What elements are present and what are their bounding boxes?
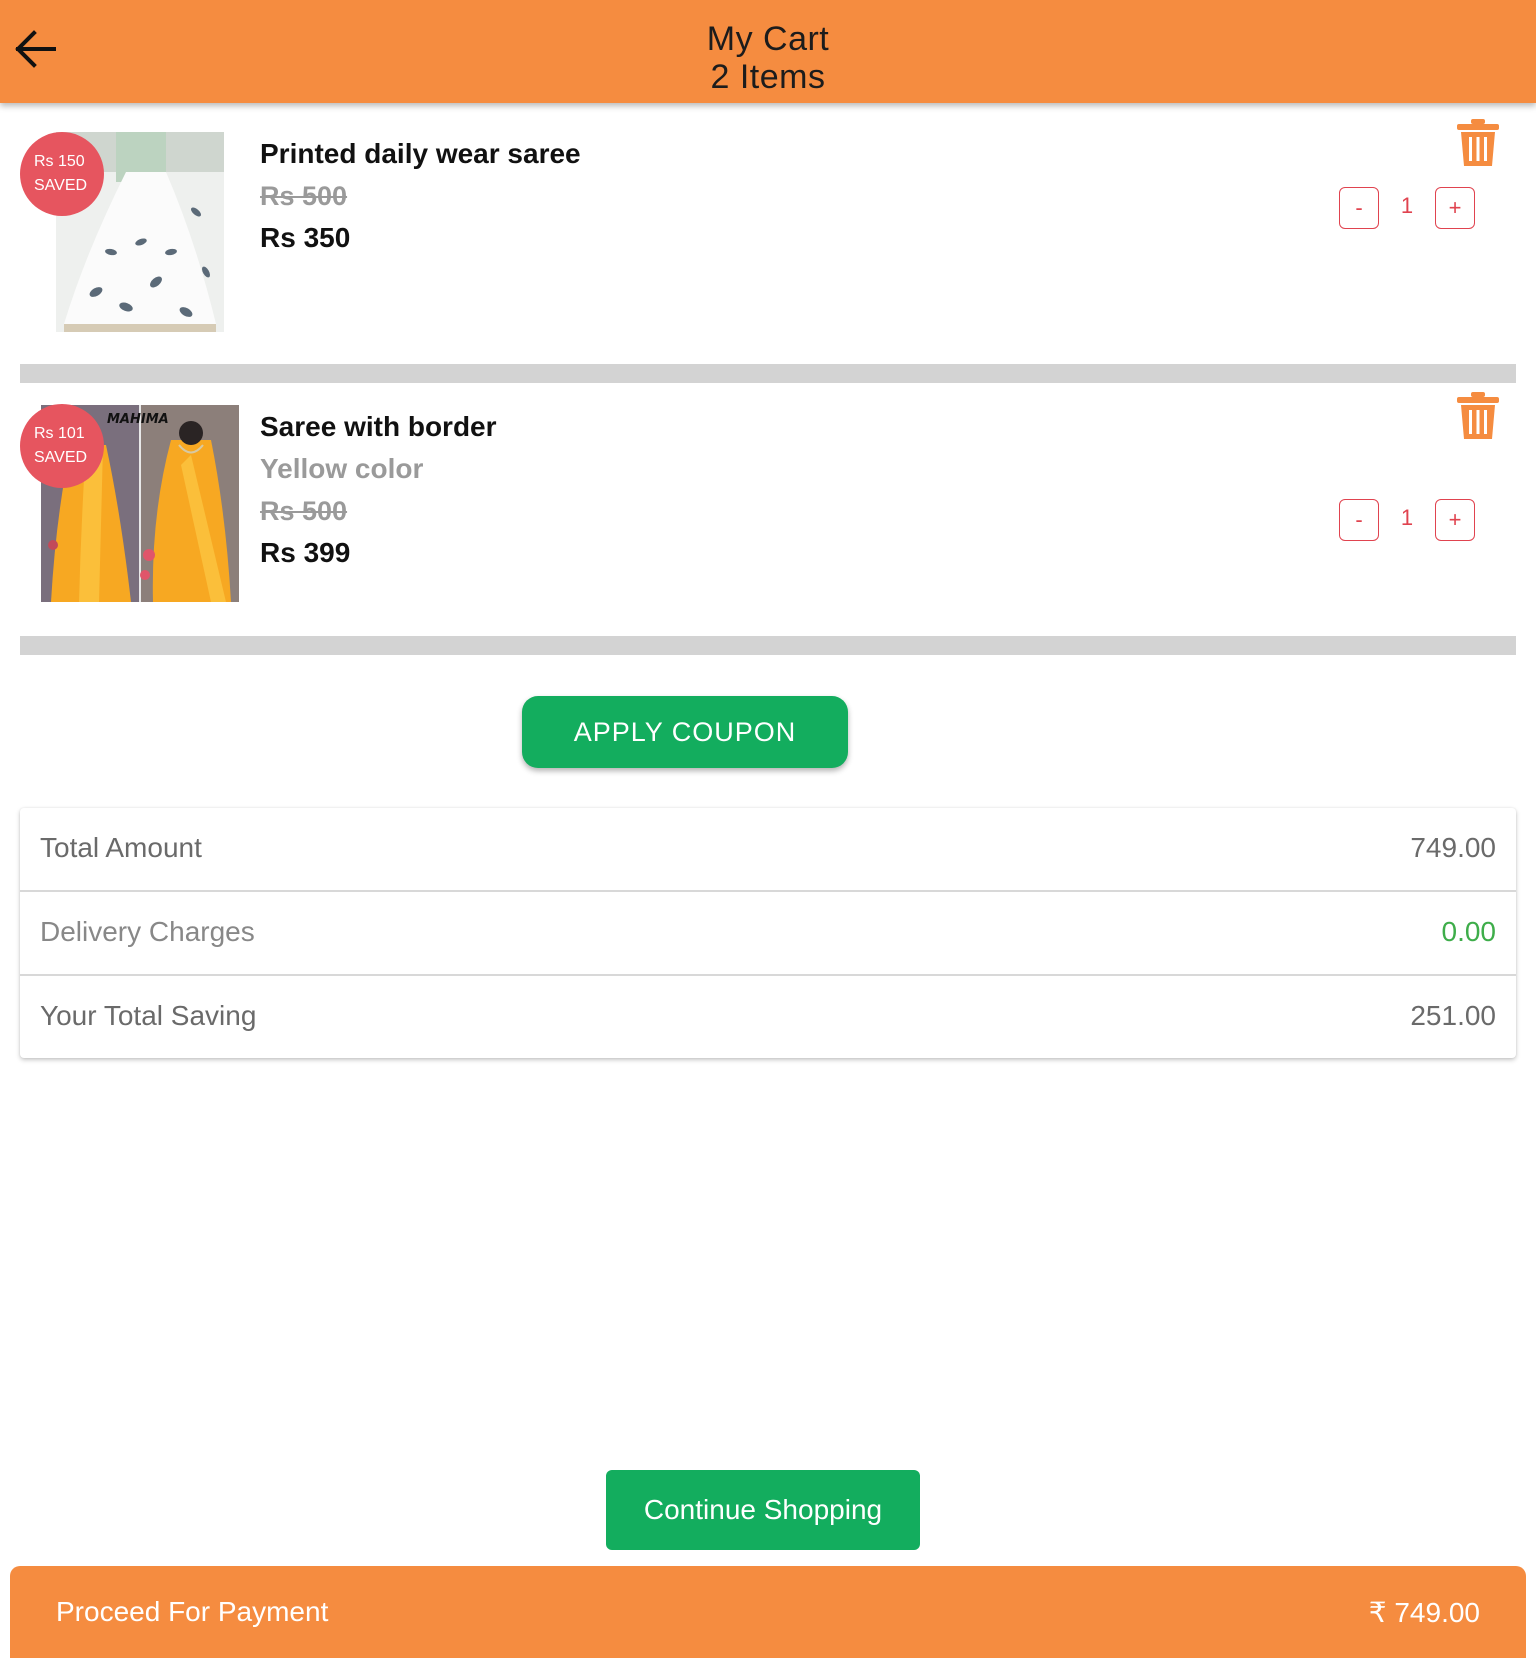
proceed-payment-label: Proceed For Payment [56, 1596, 329, 1627]
cart-screen: My Cart 2 Items Rs 150 SAVED Printed dai… [0, 0, 1536, 1658]
summary-row-total: Total Amount 749.00 [20, 808, 1516, 892]
quantity-stepper: - 1 + [1339, 187, 1477, 229]
image-brand-text: MAHIMA [107, 412, 169, 427]
decrease-qty-button[interactable]: - [1339, 499, 1379, 541]
item-variant: Yellow color [260, 453, 424, 484]
payment-total: ₹ 749.00 [1368, 1597, 1480, 1628]
summary-value: 251.00 [1410, 1000, 1496, 1031]
trash-icon [1457, 392, 1499, 439]
delete-item-button[interactable] [1455, 118, 1501, 168]
increase-qty-button[interactable]: + [1435, 499, 1475, 541]
price-summary: Total Amount 749.00 Delivery Charges 0.0… [20, 808, 1516, 1058]
page-title: My Cart [706, 20, 830, 58]
item-name[interactable]: Printed daily wear saree [260, 133, 581, 175]
saved-amount: Rs 101 [34, 425, 85, 442]
item-price: Rs 350 [260, 222, 351, 253]
quantity-value: 1 [1400, 193, 1414, 218]
summary-value: 0.00 [1441, 916, 1497, 947]
item-name[interactable]: Saree with border [260, 406, 497, 448]
cart-item: Rs 150 SAVED Printed daily wear saree Rs… [0, 103, 1536, 363]
saved-label: SAVED [34, 449, 88, 466]
header-titles: My Cart 2 Items [0, 20, 1536, 96]
apply-coupon-button[interactable]: APPLY COUPON [522, 696, 848, 768]
saved-label: SAVED [34, 177, 88, 194]
item-count: 2 Items [710, 58, 826, 96]
item-info: Printed daily wear saree Rs 500 Rs 350 [260, 133, 581, 259]
saved-amount: Rs 150 [34, 153, 85, 170]
item-mrp: Rs 500 [260, 181, 348, 211]
saved-badge: Rs 150 SAVED [20, 132, 104, 216]
summary-row-saving: Your Total Saving 251.00 [20, 976, 1516, 1058]
trash-icon [1457, 119, 1499, 166]
summary-label: Total Amount [40, 832, 202, 863]
summary-value: 749.00 [1410, 832, 1496, 863]
proceed-payment-button[interactable]: Proceed For Payment ₹ 749.00 [10, 1566, 1526, 1658]
cart-item: MAHIMA Rs 101 SAVED Saree with border Ye… [0, 383, 1536, 635]
item-info: Saree with border Yellow color Rs 500 Rs… [260, 406, 497, 574]
summary-label: Delivery Charges [40, 916, 255, 947]
delete-item-button[interactable] [1455, 391, 1501, 441]
summary-label: Your Total Saving [40, 1000, 257, 1031]
increase-qty-button[interactable]: + [1435, 187, 1475, 229]
app-header: My Cart 2 Items [0, 0, 1536, 103]
quantity-stepper: - 1 + [1339, 499, 1477, 541]
saved-badge: Rs 101 SAVED [20, 404, 104, 488]
item-divider [20, 636, 1516, 655]
item-price: Rs 399 [260, 537, 351, 568]
item-divider [20, 364, 1516, 383]
quantity-value: 1 [1400, 505, 1414, 530]
decrease-qty-button[interactable]: - [1339, 187, 1379, 229]
item-mrp: Rs 500 [260, 496, 348, 526]
continue-shopping-button[interactable]: Continue Shopping [606, 1470, 920, 1550]
summary-row-delivery: Delivery Charges 0.00 [20, 892, 1516, 976]
